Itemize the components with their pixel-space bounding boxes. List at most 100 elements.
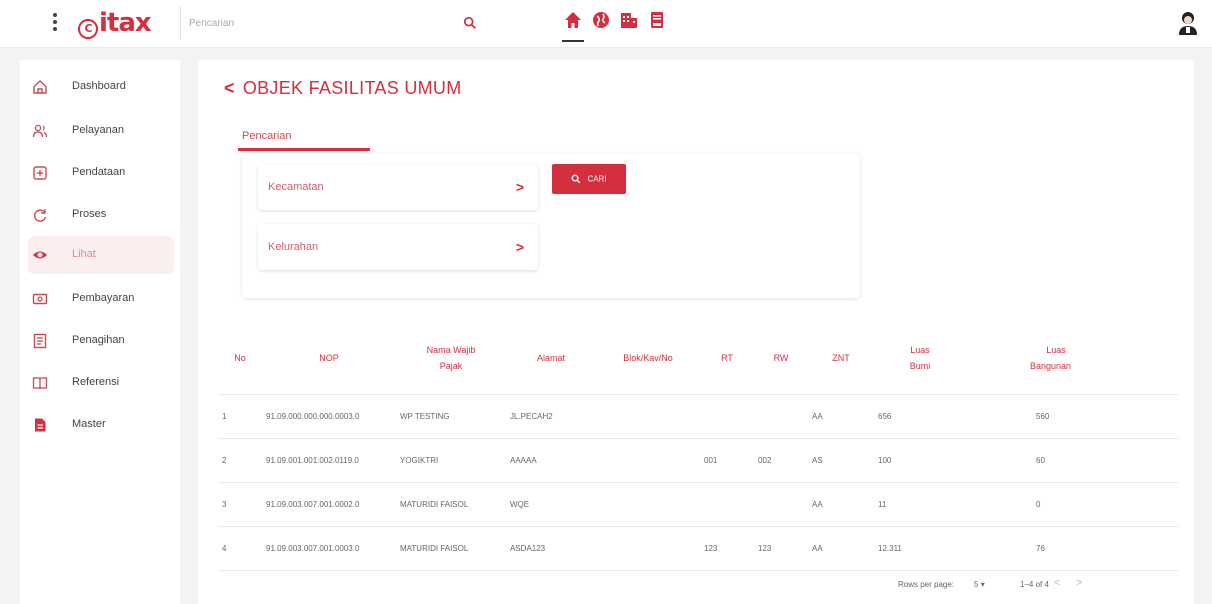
col-header-luas-bangunan[interactable]: Luas Bangunan: [966, 322, 1178, 394]
logo-text: itax: [99, 8, 152, 38]
page-title: < OBJEK FASILITAS UMUM: [224, 78, 462, 99]
globe-icon[interactable]: [591, 10, 611, 30]
back-chevron-icon[interactable]: <: [224, 78, 235, 99]
users-icon: [32, 124, 48, 138]
cell-rw: [754, 481, 808, 526]
home-icon[interactable]: [563, 10, 583, 30]
sidebar-item-lihat[interactable]: Lihat: [28, 236, 174, 274]
cell-nama-wajib-pajak: WP TESTING: [396, 393, 506, 438]
add-box-icon: [33, 166, 47, 180]
cell-no: 4: [218, 525, 262, 571]
sidebar-item-label: Dashboard: [72, 80, 126, 92]
sidebar-item-penagihan[interactable]: Penagihan: [28, 322, 174, 360]
user-avatar-icon[interactable]: [1176, 10, 1200, 36]
sidebar-item-referensi[interactable]: Referensi: [28, 364, 174, 402]
sidebar-item-label: Master: [72, 418, 106, 430]
cell-nop: 91.09.003.007.001.0002.0: [262, 481, 396, 526]
cari-button[interactable]: CARI: [552, 164, 626, 194]
logo-circle-icon: C: [78, 19, 98, 39]
search-icon: [572, 174, 581, 184]
cell-znt: AA: [808, 481, 874, 526]
col-header-no[interactable]: No: [218, 322, 262, 394]
rows-per-page-select[interactable]: 5 ▾: [974, 580, 985, 589]
sidebar-item-label: Referensi: [72, 376, 120, 388]
file-icon: [35, 418, 46, 432]
cell-rt: 123: [700, 525, 754, 571]
cell-luas-bumi: 656: [874, 393, 966, 438]
sidebar-item-pembayaran[interactable]: Pembayaran: [28, 280, 174, 318]
sidebar-item-pendataan[interactable]: Pendataan: [28, 154, 174, 192]
cell-alamat: AAAAA: [506, 437, 596, 482]
table-row[interactable]: 1 91.09.000.000.000.0003.0 WP TESTING JL…: [218, 393, 1178, 438]
cell-luas-bumi: 12.311: [874, 525, 966, 571]
cell-znt: AS: [808, 437, 874, 482]
cell-no: 3: [218, 481, 262, 526]
cell-blok-kav-no: [596, 525, 700, 571]
data-table: No NOP Nama Wajib Pajak Alamat Blok/Kav/N…: [218, 322, 1178, 571]
cari-label: CARI: [587, 174, 607, 184]
cell-no: 2: [218, 437, 262, 482]
document-icon[interactable]: [647, 10, 667, 30]
building-icon[interactable]: [619, 10, 639, 30]
col-header-luas-bumi[interactable]: Luas Bumi: [874, 322, 966, 394]
table-row[interactable]: 3 91.09.003.007.001.0002.0 MATURIDI FAIS…: [218, 481, 1178, 526]
payment-icon: [32, 293, 48, 305]
prev-page-icon[interactable]: <: [1054, 577, 1060, 589]
sidebar-item-label: Proses: [72, 208, 107, 220]
search-box: [180, 6, 500, 40]
sidebar: Dashboard Pelayanan Pendataan Proses Lih…: [20, 60, 180, 604]
sidebar-item-master[interactable]: Master: [28, 406, 174, 444]
col-header-alamat[interactable]: Alamat: [506, 322, 596, 394]
tab-pencarian[interactable]: Pencarian: [242, 130, 292, 142]
cell-rt: 001: [700, 437, 754, 482]
chevron-right-icon: >: [515, 179, 524, 195]
tab-active-indicator: [238, 148, 370, 151]
kelurahan-label: Kelurahan: [268, 241, 319, 253]
cell-rw: 002: [754, 437, 808, 482]
cell-rt: [700, 481, 754, 526]
col-header-blok-kav-no[interactable]: Blok/Kav/No: [596, 322, 700, 394]
col-header-nop[interactable]: NOP: [262, 322, 396, 394]
cell-znt: AA: [808, 393, 874, 438]
cell-nop: 91.09.001.001.002.0119.0: [262, 437, 396, 482]
cell-blok-kav-no: [596, 481, 700, 526]
cell-nop: 91.09.003.007.001.0003.0: [262, 525, 396, 571]
cell-rt: [700, 393, 754, 438]
eye-icon: [33, 251, 47, 259]
sidebar-item-label: Pendataan: [72, 166, 126, 178]
sidebar-item-label: Penagihan: [72, 334, 125, 346]
app-logo[interactable]: Citax: [78, 8, 152, 39]
home-outline-icon: [33, 80, 47, 94]
cell-blok-kav-no: [596, 393, 700, 438]
kelurahan-select[interactable]: Kelurahan >: [258, 224, 538, 270]
table-header-row: No NOP Nama Wajib Pajak Alamat Blok/Kav/N…: [218, 322, 1178, 394]
col-header-rw[interactable]: RW: [754, 322, 808, 394]
cell-no: 1: [218, 393, 262, 438]
caret-down-icon: ▾: [980, 580, 985, 589]
cell-znt: AA: [808, 525, 874, 571]
cell-luas-bumi: 100: [874, 437, 966, 482]
cell-blok-kav-no: [596, 437, 700, 482]
kecamatan-select[interactable]: Kecamatan >: [258, 164, 538, 210]
cell-nop: 91.09.000.000.000.0003.0: [262, 393, 396, 438]
cell-nama-wajib-pajak: YOGIKTRI: [396, 437, 506, 482]
col-header-rt[interactable]: RT: [700, 322, 754, 394]
col-header-znt[interactable]: ZNT: [808, 322, 874, 394]
menu-dots-icon[interactable]: [52, 13, 58, 33]
table-row[interactable]: 2 91.09.001.001.002.0119.0 YOGIKTRI AAAA…: [218, 437, 1178, 482]
book-icon: [32, 377, 48, 390]
col-header-nama-wajib-pajak[interactable]: Nama Wajib Pajak: [396, 322, 506, 394]
rows-per-page-label: Rows per page:: [898, 580, 955, 589]
sync-icon: [34, 209, 47, 222]
filter-card: Kecamatan > Kelurahan >: [242, 154, 860, 298]
sidebar-item-pelayanan[interactable]: Pelayanan: [28, 112, 174, 150]
sidebar-item-proses[interactable]: Proses: [28, 196, 174, 234]
search-input[interactable]: [181, 6, 451, 40]
cell-luas-bangunan: 0: [966, 481, 1178, 526]
table-row[interactable]: 4 91.09.003.007.001.0003.0 MATURIDI FAIS…: [218, 525, 1178, 571]
next-page-icon[interactable]: >: [1076, 577, 1082, 589]
sidebar-item-dashboard[interactable]: Dashboard: [28, 68, 174, 106]
search-icon[interactable]: [463, 16, 477, 30]
cell-alamat: WQE: [506, 481, 596, 526]
main-content: < OBJEK FASILITAS UMUM Pencarian Kecamata…: [198, 60, 1194, 604]
